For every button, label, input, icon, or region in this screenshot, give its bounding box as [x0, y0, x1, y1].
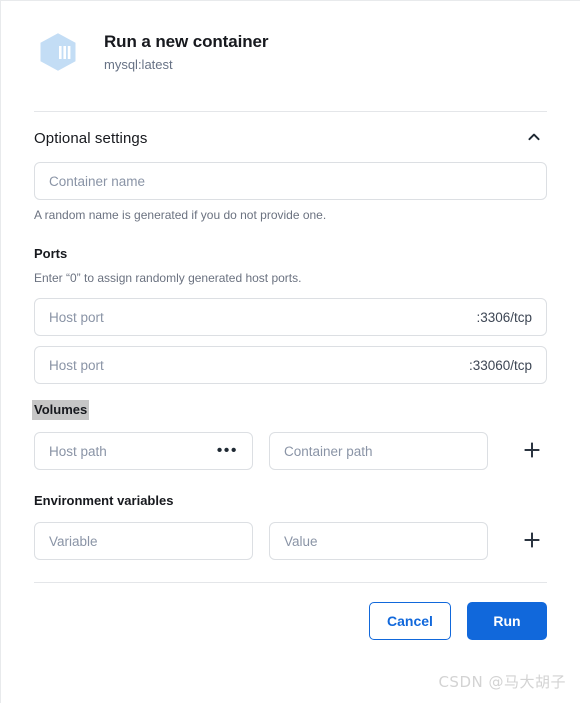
container-name-placeholder: Container name [49, 173, 146, 189]
host-path-placeholder: Host path [49, 443, 107, 459]
container-port-suffix-1: :3306/tcp [476, 309, 532, 325]
container-path-input[interactable]: Container path [269, 432, 488, 470]
ports-label: Ports [34, 246, 68, 261]
dialog-header: Run a new container mysql:latest [1, 1, 580, 85]
container-name-helper-text: A random name is generated if you do not… [34, 208, 327, 222]
host-port-placeholder-1: Host port [49, 309, 104, 325]
ellipsis-icon[interactable]: ••• [217, 443, 238, 459]
optional-settings-heading: Optional settings [34, 129, 148, 147]
host-port-input-1[interactable]: Host port :3306/tcp [34, 298, 547, 336]
ports-helper-text: Enter “0” to assign randomly generated h… [34, 271, 302, 285]
header-divider [34, 111, 547, 112]
image-tag-subtitle: mysql:latest [104, 57, 173, 72]
env-value-input[interactable]: Value [269, 522, 488, 560]
dialog-header-text: Run a new container mysql:latest [104, 27, 268, 74]
volumes-label-wrap: Volumes [32, 400, 547, 420]
container-path-placeholder: Container path [284, 443, 373, 459]
environment-variables-label: Environment variables [34, 493, 174, 508]
optional-settings-collapse-button[interactable] [521, 125, 547, 151]
run-button[interactable]: Run [467, 602, 547, 640]
env-variable-input[interactable]: Variable [34, 522, 253, 560]
cancel-button[interactable]: Cancel [369, 602, 451, 640]
environment-variables-row: Variable Value [34, 522, 547, 560]
run-new-container-dialog: Run a new container mysql:latest Optiona… [0, 0, 580, 703]
chevron-up-icon [526, 129, 542, 148]
plus-icon [521, 529, 543, 554]
host-port-input-2[interactable]: Host port :33060/tcp [34, 346, 547, 384]
container-port-suffix-2: :33060/tcp [468, 357, 532, 373]
page-title: Run a new container [104, 32, 269, 51]
add-volume-button[interactable] [517, 436, 547, 466]
add-environment-variable-button[interactable] [517, 526, 547, 556]
volumes-label: Volumes [32, 400, 90, 420]
env-value-placeholder: Value [284, 533, 318, 549]
container-cube-icon [34, 28, 82, 76]
host-port-placeholder-2: Host port [49, 357, 104, 373]
volumes-row: Host path ••• Container path [34, 432, 547, 470]
watermark: CSDN @马大胡子 [438, 673, 566, 691]
dialog-footer: Cancel Run [1, 583, 580, 640]
optional-settings-section-header[interactable]: Optional settings [34, 114, 547, 162]
plus-icon [521, 439, 543, 464]
host-path-input[interactable]: Host path ••• [34, 432, 253, 470]
env-variable-placeholder: Variable [49, 533, 98, 549]
dialog-body: Optional settings Container name A rando… [1, 114, 580, 582]
container-name-input[interactable]: Container name [34, 162, 547, 200]
